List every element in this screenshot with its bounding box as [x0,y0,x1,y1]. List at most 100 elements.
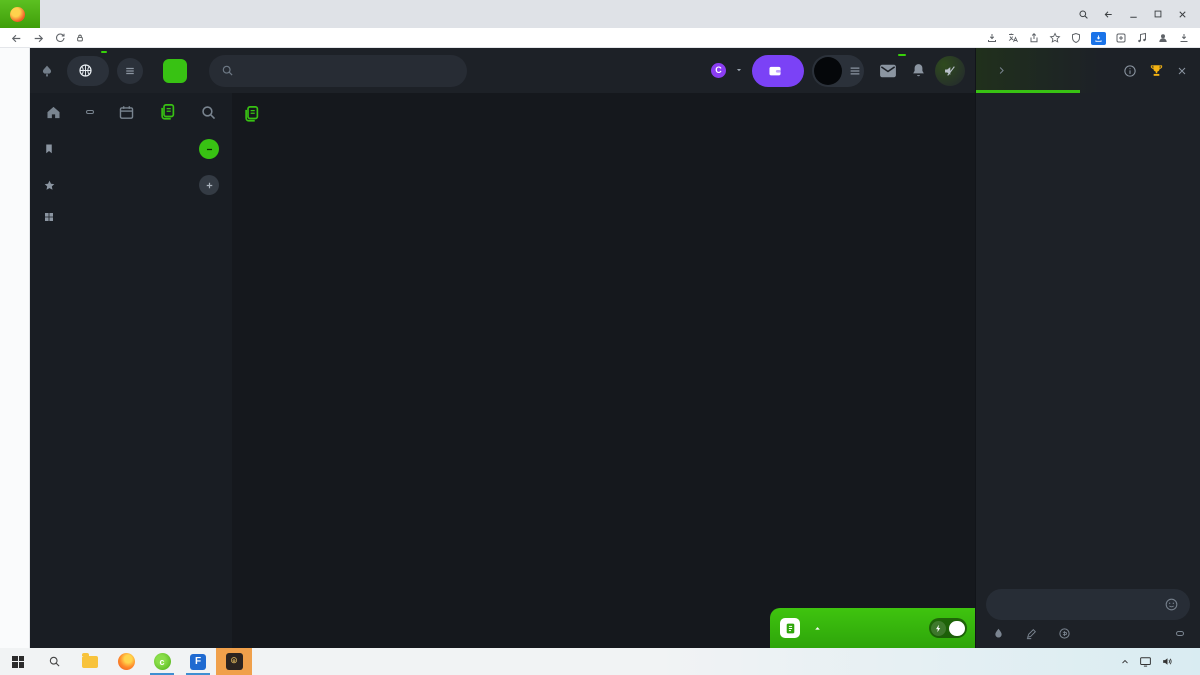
sidebar-icon-row [39,99,223,131]
chat-toolbar [976,622,1200,648]
url-bar[interactable] [75,33,977,43]
extensions-icon[interactable] [1115,32,1127,44]
profile-menu-icon [848,64,862,78]
speaker-muted-icon [943,64,957,78]
close-chat-icon[interactable] [1176,65,1188,77]
close-window-icon[interactable] [1177,9,1188,20]
coccoc-logo-icon [10,7,25,22]
tray-chevron-icon[interactable] [1120,657,1130,667]
chat-rules-icon[interactable] [1123,64,1137,78]
save-page-icon[interactable] [986,32,998,44]
minimize-icon[interactable] [1128,9,1139,20]
basketball-icon [78,63,93,78]
grid-icon [43,211,55,223]
wallet-button[interactable] [752,55,804,87]
reload-icon[interactable] [54,32,66,44]
chat-input[interactable] [997,599,1158,611]
search-icon [221,64,234,77]
bcgame-logo[interactable] [163,59,193,83]
favorites-header [39,167,223,203]
facebook-app-button[interactable]: F [180,648,216,675]
search-events-icon[interactable] [200,104,217,121]
emoji-icon[interactable] [1164,597,1179,612]
back-icon[interactable] [10,32,23,45]
bolt-icon [931,621,946,636]
announcement-mute-button[interactable] [935,56,965,86]
nav-menu-button[interactable] [117,58,143,84]
sports-sidebar [30,93,232,648]
new-tab-button[interactable] [1040,0,1066,28]
calendar-icon[interactable] [118,104,135,121]
volume-icon[interactable] [1161,655,1174,668]
menu-icon [124,65,136,77]
trophy-icon[interactable] [1149,63,1164,78]
bcd-coin-icon: C [711,63,726,78]
share-icon[interactable] [1028,32,1040,44]
site: C [30,48,975,648]
browser-side-strip [0,48,30,648]
network-icon[interactable] [1139,655,1152,668]
messages-button[interactable] [878,61,898,81]
sports-tab[interactable] [67,56,109,86]
browser-brand[interactable] [0,0,40,28]
collapse-quick-links-button[interactable] [199,139,219,159]
file-explorer-button[interactable] [72,648,108,675]
facebook-app-icon: F [190,654,206,670]
firefox-button[interactable] [108,648,144,675]
download-button[interactable] [1091,32,1106,45]
avatar [814,57,842,85]
chat-rules-pencil-icon[interactable] [1025,627,1038,640]
chat-header [976,48,1200,93]
start-button[interactable] [0,648,36,675]
site-header: C [30,48,975,93]
minus-icon [204,144,215,155]
translate-icon[interactable] [1007,32,1019,44]
game-search[interactable] [209,55,467,87]
quick-bet-toggle[interactable] [929,618,967,638]
chat-messages [976,93,1200,583]
all-sports-header [39,203,223,231]
bet-slip-button[interactable] [770,608,975,648]
coccoc-button[interactable]: c [144,648,180,675]
music-note-icon[interactable] [1136,32,1148,44]
add-favorite-button[interactable] [199,175,219,195]
home-icon[interactable] [45,104,62,121]
forward-icon[interactable] [32,32,45,45]
maximize-icon[interactable] [1153,9,1163,19]
toggle-knob [949,621,965,636]
downloads-tray-icon[interactable] [1178,32,1190,44]
profile-menu[interactable] [812,55,864,87]
profile-icon[interactable] [1157,32,1169,44]
notifications-button[interactable] [910,62,927,79]
rain-icon[interactable] [992,627,1005,640]
page-title-row [240,101,969,133]
chevron-right-icon[interactable] [996,65,1007,76]
restore-arrow-icon[interactable] [1103,9,1114,20]
my-bets-icon[interactable] [158,103,176,121]
address-bar-actions [986,32,1190,45]
bookmark-star-icon[interactable] [1049,32,1061,44]
bell-icon [910,62,927,79]
tab-search-icon[interactable] [1078,9,1089,20]
viewport: C [0,48,1200,648]
taskbar-search-icon [48,655,61,668]
windows-logo-icon [12,656,24,668]
game-app-button[interactable]: ⌾ [216,648,252,675]
game-search-input[interactable] [241,65,455,77]
site-body [30,93,975,648]
bet-slip-icon [780,618,800,638]
spade-icon [40,64,54,78]
screen: C [0,0,1200,675]
bcgame-logo-icon [163,59,187,83]
firefox-icon [118,653,135,670]
star-icon [43,179,56,192]
currency-selector[interactable]: C [711,63,744,79]
adblock-shield-icon[interactable] [1070,32,1082,44]
gif-button[interactable] [1176,631,1184,636]
tip-coin-icon[interactable] [1058,627,1071,640]
casino-link[interactable] [40,64,59,78]
taskbar-search[interactable] [36,648,72,675]
lock-icon [75,33,85,43]
live-icon[interactable] [86,110,94,114]
address-bar [0,28,1200,48]
